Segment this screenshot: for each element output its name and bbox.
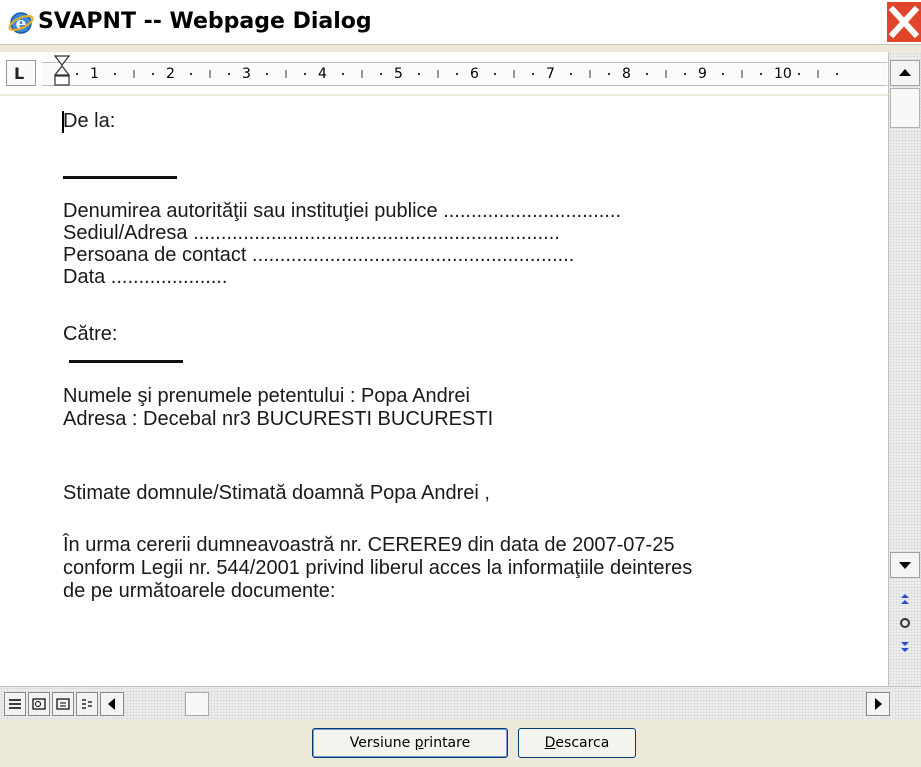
select-browse-object-icon[interactable] xyxy=(893,612,917,634)
internet-explorer-icon: e xyxy=(8,12,34,34)
ruler-number: 2 xyxy=(166,66,175,82)
indent-marker-icon[interactable] xyxy=(54,54,70,94)
scroll-left-button[interactable] xyxy=(100,692,124,716)
from-underline xyxy=(63,176,177,179)
document-page[interactable]: De la: Denumirea autorităţii sau institu… xyxy=(0,96,888,686)
dialog-button-bar: Versiune printare Descarca xyxy=(0,720,921,767)
scroll-down-button[interactable] xyxy=(890,552,920,578)
webpage-dialog: e SVAPNT -- Webpage Dialog L 1 2 3 4 5 6 7 8 9 10… xyxy=(0,0,921,767)
from-label: De la: xyxy=(63,110,116,132)
contact-line: Persoana de contact ....................… xyxy=(63,244,575,266)
ruler-number: 5 xyxy=(394,66,403,82)
print-layout-view-icon[interactable] xyxy=(52,692,74,716)
ruler-number: 1 xyxy=(90,66,99,82)
petitioner-address-line: Adresa : Decebal nr3 BUCURESTI BUCURESTI xyxy=(63,408,494,430)
next-page-icon[interactable] xyxy=(893,635,917,657)
body-line-1: În urma cererii dumneavoastră nr. CERERE… xyxy=(63,534,675,556)
dialog-title: SVAPNT -- Webpage Dialog xyxy=(38,9,372,34)
scroll-up-button[interactable] xyxy=(890,60,920,86)
scroll-left-arrow-icon xyxy=(108,698,115,710)
ruler-number: 8 xyxy=(622,66,631,82)
normal-view-icon[interactable] xyxy=(4,692,26,716)
scroll-right-arrow-icon xyxy=(875,698,882,710)
date-line: Data ..................... xyxy=(63,266,228,288)
to-underline xyxy=(69,360,183,363)
ruler-bar: L 1 2 3 4 5 6 7 8 9 10 xyxy=(0,52,921,94)
view-and-horizontal-scroll-bar xyxy=(0,686,921,721)
horizontal-ruler[interactable]: 1 2 3 4 5 6 7 8 9 10 xyxy=(42,62,887,86)
petitioner-name-line: Numele şi prenumele petentului : Popa An… xyxy=(63,385,470,407)
to-label: Către: xyxy=(63,323,118,345)
ruler-number: 3 xyxy=(242,66,251,82)
download-button-access-key: D xyxy=(544,735,556,751)
print-button-access-key: p xyxy=(414,735,424,751)
scroll-up-arrow-icon xyxy=(899,69,911,76)
body-line-2: conform Legii nr. 544/2001 privind liber… xyxy=(63,557,693,579)
ruler-number: 10 xyxy=(774,66,792,82)
print-version-button[interactable]: Versiune printare xyxy=(312,728,508,758)
outline-view-icon[interactable] xyxy=(76,692,98,716)
ruler-number: 6 xyxy=(470,66,479,82)
scroll-down-arrow-icon xyxy=(899,562,911,569)
tab-stop-label: L xyxy=(14,64,25,83)
scroll-thumb[interactable] xyxy=(890,88,920,128)
close-icon[interactable] xyxy=(887,2,921,42)
ruler-number: 7 xyxy=(546,66,555,82)
web-layout-view-icon[interactable] xyxy=(28,692,50,716)
print-button-label-prefix: Versiune xyxy=(349,735,415,751)
scroll-right-button[interactable] xyxy=(866,692,890,716)
previous-page-icon[interactable] xyxy=(893,589,917,611)
salutation-line: Stimate domnule/Stimată doamnă Popa Andr… xyxy=(63,482,490,504)
ruler-number: 4 xyxy=(318,66,327,82)
vertical-scrollbar[interactable] xyxy=(888,52,921,686)
ruler-number: 9 xyxy=(698,66,707,82)
address-line: Sediul/Adresa ..........................… xyxy=(63,222,560,244)
horizontal-scroll-thumb[interactable] xyxy=(185,692,209,716)
print-button-label-suffix: rintare xyxy=(423,735,471,751)
body-line-3: de pe următoarele documente: xyxy=(63,580,336,602)
download-button[interactable]: Descarca xyxy=(518,728,636,758)
authority-line: Denumirea autorităţii sau instituţiei pu… xyxy=(63,200,622,222)
download-button-label-suffix: escarca xyxy=(555,735,610,751)
title-bar: e SVAPNT -- Webpage Dialog xyxy=(0,0,921,45)
